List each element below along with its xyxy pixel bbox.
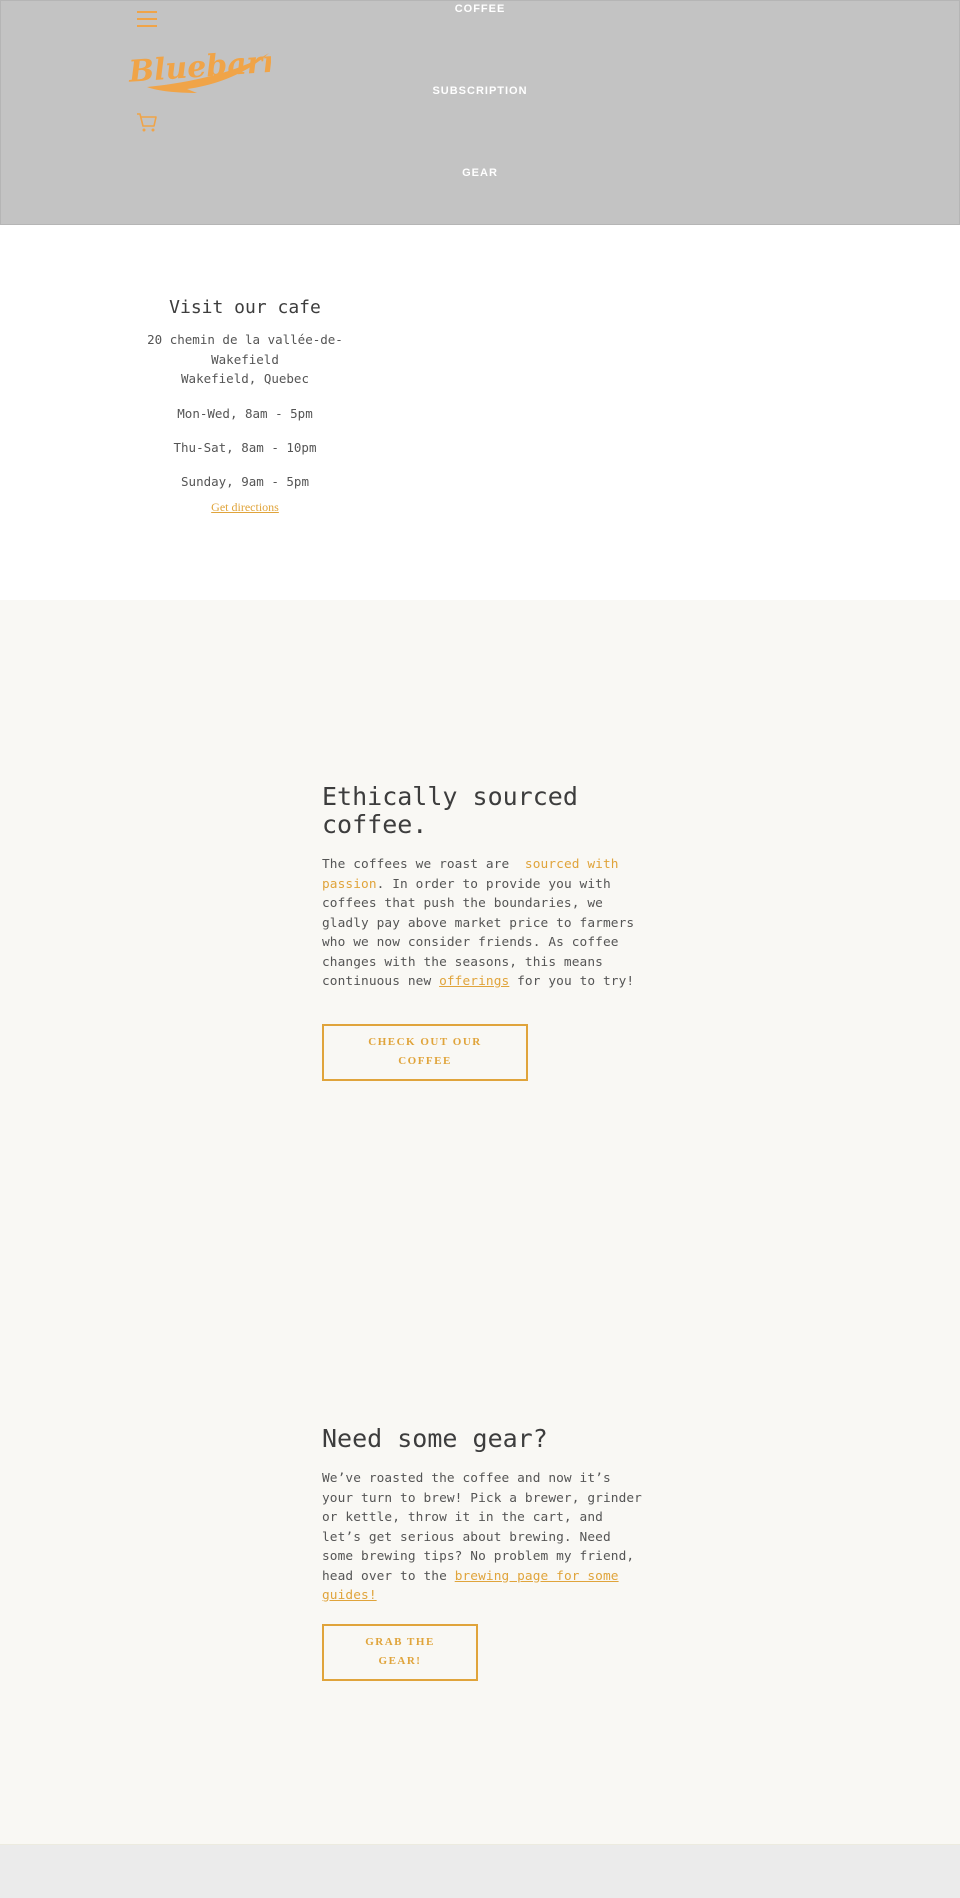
cafe-info: Visit our cafe 20 chemin de la vallée-de… xyxy=(145,297,345,515)
address-line-1: 20 chemin de la vallée-de-Wakefield xyxy=(147,332,343,367)
cafe-section: Visit our cafe 20 chemin de la vallée-de… xyxy=(0,225,960,600)
text-segment: . In order to provide you with coffees t… xyxy=(322,876,635,990)
text-segment: for you to try! xyxy=(509,974,635,989)
brand-name: Bluebarn xyxy=(127,44,271,90)
gear-content: Need some gear? We’ve roasted the coffee… xyxy=(322,1425,647,1681)
get-directions-link[interactable]: Get directions xyxy=(211,500,279,515)
offerings-link[interactable]: offerings xyxy=(439,974,509,989)
hours-sunday: Sunday, 9am - 5pm xyxy=(181,473,309,489)
cart-icon[interactable] xyxy=(136,111,158,133)
cafe-title: Visit our cafe xyxy=(169,297,321,318)
footer-area xyxy=(0,1845,960,1898)
hours-mon-wed: Mon-Wed, 8am - 5pm xyxy=(177,405,313,421)
nav-item-subscription[interactable]: SUBSCRIPTION xyxy=(1,85,959,97)
text-segment: The coffees we roast are xyxy=(322,857,518,872)
gear-text: We’ve roasted the coffee and now it’s yo… xyxy=(322,1469,647,1606)
cafe-address: 20 chemin de la vallée-de-Wakefield Wake… xyxy=(145,330,345,389)
site-header: Bluebarn COFFEE SUBSCRIPTION GEAR xyxy=(0,0,960,225)
ethical-content: Ethically sourced coffee. The coffees we… xyxy=(322,783,647,1081)
ethical-title: Ethically sourced coffee. xyxy=(322,782,578,839)
hours-thu-sat: Thu-Sat, 8am - 10pm xyxy=(173,439,317,455)
gear-title: Need some gear? xyxy=(322,1424,548,1453)
nav-item-coffee[interactable]: COFFEE xyxy=(1,3,959,15)
ethical-text: The coffees we roast are sourced with pa… xyxy=(322,855,647,992)
gear-section: Need some gear? We’ve roasted the coffee… xyxy=(0,1320,960,1845)
check-out-coffee-button[interactable]: CHECK OUT OUR COFFEE xyxy=(322,1023,528,1081)
address-line-2: Wakefield, Quebec xyxy=(181,371,309,386)
cafe-hours: Mon-Wed, 8am - 5pm Thu-Sat, 8am - 10pm S… xyxy=(145,404,345,491)
grab-the-gear-button[interactable]: GRAB THE GEAR! xyxy=(322,1623,478,1681)
ethical-section: Ethically sourced coffee. The coffees we… xyxy=(0,600,960,1320)
text-segment: We’ve roasted the coffee and now it’s yo… xyxy=(322,1471,642,1584)
nav-item-gear[interactable]: GEAR xyxy=(1,167,959,179)
